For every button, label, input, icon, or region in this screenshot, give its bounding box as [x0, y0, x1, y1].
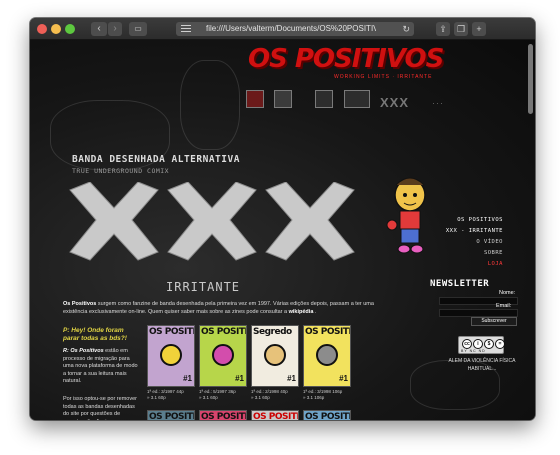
- intro-text: Os Positivos surgem como fanzine de band…: [63, 300, 383, 316]
- name-label: Nome:: [499, 290, 516, 296]
- reader-view-icon[interactable]: [181, 25, 191, 33]
- page-content: OS POSITIVOS WORKING LIMITS · IRRITANTE …: [30, 40, 535, 420]
- header-hand-icon[interactable]: [315, 90, 333, 108]
- cover-title: OS POSITIVOS: [149, 327, 195, 337]
- minimize-window-button[interactable]: [51, 24, 61, 34]
- nav-heading[interactable]: OS POSITIVOS: [423, 215, 503, 226]
- cover-title: OS POSITIVOS: [253, 412, 299, 420]
- faq-answer: R: Os Positivos estão em processo de mig…: [63, 348, 141, 386]
- intro-end: .: [313, 309, 317, 315]
- header-figure-icon[interactable]: [274, 90, 292, 108]
- cover-character: [316, 344, 338, 366]
- x-mark: [265, 182, 355, 261]
- cover-issue-number: #1: [339, 374, 348, 383]
- nav-item-xxx[interactable]: XXX - IRRITANTE: [423, 226, 503, 237]
- browser-toolbar: ‹ › ▭ file:///Users/valterm/Documents/OS…: [30, 18, 535, 40]
- close-window-button[interactable]: [37, 24, 47, 34]
- cover-character: [160, 344, 182, 366]
- intro-bold: Os Positivos: [63, 301, 97, 307]
- noderivs-icon: =: [495, 339, 505, 349]
- nav-item-shop[interactable]: LOJA: [423, 259, 503, 270]
- nav-item-about[interactable]: SOBRE: [423, 248, 503, 259]
- faq-answer-continued: Por isso optou-se por remover todas as b…: [63, 396, 137, 420]
- sidebar-toggle-icon[interactable]: ▭: [129, 22, 147, 36]
- comic-cover[interactable]: OS POSITIVOS: [251, 410, 299, 420]
- page-title: BANDA DESENHADA ALTERNATIVA: [72, 154, 240, 165]
- x-mark: [167, 182, 257, 261]
- faq-answer-lead: R: Os Positivos: [63, 348, 104, 354]
- cc-icon: cc: [462, 339, 472, 349]
- newsletter-title: NEWSLETTER: [430, 279, 490, 289]
- cover-character: [264, 344, 286, 366]
- comic-cover[interactable]: OS POSITIVOS #1: [147, 325, 195, 387]
- address-bar[interactable]: file:///Users/valterm/Documents/OS%20POS…: [176, 22, 414, 36]
- cover-price: » 3.1 60p: [199, 395, 218, 400]
- cover-caption: 1ª ed.: 2/1998 40p» 3.1 60p: [251, 389, 299, 401]
- forward-button[interactable]: ›: [108, 22, 122, 36]
- attribution-icon: i: [473, 339, 483, 349]
- url-text[interactable]: file:///Users/valterm/Documents/OS%20POS…: [206, 22, 376, 36]
- header-xxx-link[interactable]: XXX: [380, 95, 409, 110]
- subscribe-button[interactable]: Subscrever: [471, 317, 517, 326]
- site-navigation: OS POSITIVOS XXX - IRRITANTE O VÍDEO SOB…: [423, 215, 503, 270]
- faq-question: P: Hey! Onde foram parar todas as bds?!: [63, 327, 127, 342]
- tab-overview-icon[interactable]: ❐: [454, 22, 468, 36]
- share-icon[interactable]: ⇪: [436, 22, 450, 36]
- cover-caption: 1ª ed.: 5/1997 36p» 3.1 60p: [199, 389, 247, 401]
- license-note: ALEM DA VIOLÊNCIA FÍSICA HABITUAL...: [448, 358, 516, 372]
- nav-item-video[interactable]: O VÍDEO: [423, 237, 503, 248]
- comic-cover[interactable]: OS POSITIVOS: [303, 410, 351, 420]
- intro-body: surgem como fanzine de banda desenhada p…: [63, 301, 374, 315]
- cover-title: OS POSITIVOS: [201, 327, 247, 337]
- browser-window: ‹ › ▭ file:///Users/valterm/Documents/OS…: [30, 18, 535, 420]
- creative-commons-badge[interactable]: cc i $ = BY NC ND: [458, 336, 505, 354]
- cover-character: [212, 344, 234, 366]
- cover-title: OS POSITIVOS: [305, 412, 351, 420]
- site-logo[interactable]: OS POSITIVOS: [248, 44, 444, 74]
- page-subtitle: TRUE UNDERGROUND COMIX: [72, 167, 170, 175]
- comic-cover[interactable]: OS POSITIVOS #1: [303, 325, 351, 387]
- comic-cover[interactable]: OS POSITIVOS #1: [199, 325, 247, 387]
- cc-badge-text: BY NC ND: [461, 349, 486, 353]
- header-badge-icon[interactable]: [246, 90, 264, 108]
- email-input[interactable]: [439, 309, 518, 317]
- scrollbar[interactable]: [528, 44, 533, 114]
- cover-issue-number: #1: [287, 374, 296, 383]
- cover-title: Segredo: [253, 327, 292, 337]
- cover-price: » 3.1 60p: [251, 395, 270, 400]
- cover-issue-number: #1: [235, 374, 244, 383]
- cover-caption: 1ª ed.: 3/1997 44p» 3.1 60p: [147, 389, 195, 401]
- cover-title: OS POSITIVOS: [201, 412, 247, 420]
- comic-cover[interactable]: Segredo #1: [251, 325, 299, 387]
- cover-title: OS POSITIVOS: [305, 327, 351, 337]
- reload-icon[interactable]: ↻: [402, 22, 410, 36]
- new-tab-icon[interactable]: +: [472, 22, 486, 36]
- site-logo-subtitle: WORKING LIMITS · IRRITANTE: [334, 74, 433, 80]
- cover-issue-number: #1: [183, 374, 192, 383]
- zoom-window-button[interactable]: [65, 24, 75, 34]
- back-button[interactable]: ‹: [91, 22, 107, 36]
- noncommercial-icon: $: [484, 339, 494, 349]
- header-panel-icon[interactable]: [344, 90, 370, 108]
- wikipedia-link[interactable]: wikipédia: [289, 309, 314, 315]
- cover-caption: 1ª ed.: 3/1998 106p» 3.1 106p: [303, 389, 351, 401]
- comic-cover[interactable]: OS POSITIVOS: [199, 410, 247, 420]
- cover-price: » 3.1 106p: [303, 395, 325, 400]
- comic-cover[interactable]: OS POSITIVOS: [147, 410, 195, 420]
- cover-price: » 3.1 60p: [147, 395, 166, 400]
- xxx-caption: IRRITANTE: [166, 280, 241, 294]
- chalk-scribble: [180, 60, 240, 150]
- xxx-artwork[interactable]: [68, 182, 360, 282]
- cover-title: OS POSITIVOS: [149, 412, 195, 420]
- x-mark: [69, 182, 159, 261]
- header-extra-link[interactable]: ···: [432, 98, 444, 108]
